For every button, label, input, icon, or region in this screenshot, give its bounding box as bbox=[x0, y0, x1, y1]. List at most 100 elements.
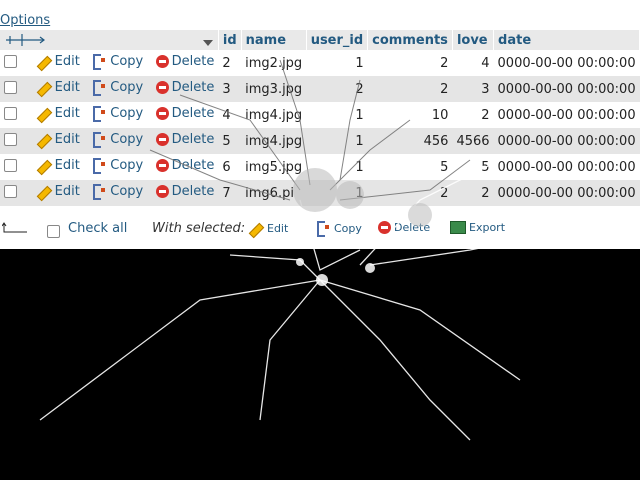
column-header-love[interactable]: love bbox=[452, 30, 495, 50]
pencil-icon bbox=[38, 54, 52, 68]
copy-icon bbox=[92, 80, 107, 97]
edit-button[interactable]: Edit bbox=[38, 184, 80, 199]
check-all-link[interactable]: Check all bbox=[68, 221, 127, 236]
row-actions: Edit Copy Delete bbox=[0, 102, 219, 128]
cell-love: 5 bbox=[452, 154, 494, 180]
column-header-id[interactable]: id bbox=[218, 30, 242, 50]
pencil-icon bbox=[250, 221, 264, 235]
copy-button[interactable]: Copy bbox=[92, 54, 143, 71]
cell-user-id: 1 bbox=[306, 50, 368, 76]
edit-button[interactable]: Edit bbox=[38, 158, 80, 173]
options-link[interactable]: Options bbox=[0, 13, 50, 28]
cell-comments: 5 bbox=[367, 154, 453, 180]
delete-icon bbox=[155, 185, 169, 199]
row-checkbox[interactable] bbox=[4, 107, 17, 121]
row-checkbox[interactable] bbox=[4, 81, 17, 95]
delete-icon bbox=[155, 159, 169, 173]
pencil-icon bbox=[38, 184, 52, 198]
cell-user-id: 1 bbox=[306, 128, 368, 154]
delete-icon bbox=[155, 81, 169, 95]
sort-dropdown-icon[interactable] bbox=[202, 38, 214, 48]
table-row: Edit Copy Delete 2 img2.jpg 1 2 4 0000-0… bbox=[0, 50, 640, 76]
cell-date: 0000-00-00 00:00:00 bbox=[493, 102, 640, 128]
cell-name: img6.pi bbox=[241, 180, 307, 206]
column-header-date[interactable]: date bbox=[493, 30, 640, 50]
cell-id: 4 bbox=[218, 102, 242, 128]
cell-name: img2.jpg bbox=[241, 50, 307, 76]
column-header-user-id[interactable]: user_id bbox=[306, 30, 369, 50]
delete-button[interactable]: Delete bbox=[155, 80, 214, 95]
table-body: Edit Copy Delete 2 img2.jpg 1 2 4 0000-0… bbox=[0, 50, 640, 206]
cell-user-id: 2 bbox=[306, 76, 368, 102]
cell-id: 6 bbox=[218, 154, 242, 180]
bulk-delete-button[interactable]: Delete bbox=[378, 221, 430, 234]
bulk-export-button[interactable]: Export bbox=[450, 221, 505, 234]
bulk-copy-button[interactable]: Copy bbox=[316, 221, 362, 237]
sort-arrows-icon[interactable] bbox=[4, 33, 48, 47]
edit-button[interactable]: Edit bbox=[38, 80, 80, 95]
black-screen-area bbox=[0, 249, 640, 480]
cell-name: img3.jpg bbox=[241, 76, 307, 102]
delete-button[interactable]: Delete bbox=[155, 158, 214, 173]
cell-user-id: 1 bbox=[306, 154, 368, 180]
cell-love: 2 bbox=[452, 102, 494, 128]
cell-love: 4566 bbox=[452, 128, 494, 154]
options-bar: Options bbox=[0, 13, 50, 28]
delete-icon bbox=[155, 55, 169, 69]
row-checkbox[interactable] bbox=[4, 185, 17, 199]
copy-button[interactable]: Copy bbox=[92, 106, 143, 123]
cell-date: 0000-00-00 00:00:00 bbox=[493, 76, 640, 102]
header-row: id name user_id comments love date bbox=[0, 30, 640, 50]
delete-button[interactable]: Delete bbox=[155, 184, 214, 199]
row-checkbox[interactable] bbox=[4, 133, 17, 147]
copy-icon bbox=[316, 221, 331, 237]
cell-id: 3 bbox=[218, 76, 242, 102]
cell-comments: 2 bbox=[367, 76, 453, 102]
cell-id: 7 bbox=[218, 180, 242, 206]
row-actions: Edit Copy Delete bbox=[0, 128, 219, 154]
with-selected-label: With selected: bbox=[152, 221, 246, 236]
check-all-checkbox[interactable] bbox=[47, 225, 60, 238]
copy-button[interactable]: Copy bbox=[92, 132, 143, 149]
delete-button[interactable]: Delete bbox=[155, 132, 214, 147]
copy-button[interactable]: Copy bbox=[92, 80, 143, 97]
cell-date: 0000-00-00 00:00:00 bbox=[493, 154, 640, 180]
row-checkbox[interactable] bbox=[4, 55, 17, 69]
row-actions: Edit Copy Delete bbox=[0, 76, 219, 102]
cell-date: 0000-00-00 00:00:00 bbox=[493, 128, 640, 154]
edit-button[interactable]: Edit bbox=[38, 54, 80, 69]
cell-id: 5 bbox=[218, 128, 242, 154]
cell-comments: 2 bbox=[367, 50, 453, 76]
column-header-comments[interactable]: comments bbox=[367, 30, 453, 50]
cell-date: 0000-00-00 00:00:00 bbox=[493, 50, 640, 76]
edit-button[interactable]: Edit bbox=[38, 106, 80, 121]
row-checkbox[interactable] bbox=[4, 159, 17, 173]
row-actions: Edit Copy Delete bbox=[0, 154, 219, 180]
delete-button[interactable]: Delete bbox=[155, 54, 214, 69]
cell-id: 2 bbox=[218, 50, 242, 76]
cell-date: 0000-00-00 00:00:00 bbox=[493, 180, 640, 206]
pencil-icon bbox=[38, 80, 52, 94]
cell-comments: 456 bbox=[367, 128, 453, 154]
cell-comments: 2 bbox=[367, 180, 453, 206]
actions-header bbox=[0, 30, 219, 50]
pencil-icon bbox=[38, 132, 52, 146]
cell-love: 3 bbox=[452, 76, 494, 102]
copy-icon bbox=[92, 132, 107, 149]
copy-icon bbox=[92, 54, 107, 71]
delete-icon bbox=[378, 221, 391, 234]
cell-love: 4 bbox=[452, 50, 494, 76]
bulk-edit-button[interactable]: Edit bbox=[250, 221, 288, 235]
copy-button[interactable]: Copy bbox=[92, 184, 143, 201]
column-header-name[interactable]: name bbox=[241, 30, 307, 50]
delete-button[interactable]: Delete bbox=[155, 106, 214, 121]
table-row: Edit Copy Delete 4 img4.jpg 1 10 2 0000-… bbox=[0, 102, 640, 128]
bulk-actions-bar: Check all With selected: Edit Copy Delet… bbox=[0, 218, 640, 240]
cell-user-id: 1 bbox=[306, 180, 368, 206]
cell-name: img4.jpg bbox=[241, 102, 307, 128]
export-icon bbox=[450, 221, 466, 234]
row-actions: Edit Copy Delete bbox=[0, 50, 219, 76]
copy-button[interactable]: Copy bbox=[92, 158, 143, 175]
delete-icon bbox=[155, 107, 169, 121]
edit-button[interactable]: Edit bbox=[38, 132, 80, 147]
